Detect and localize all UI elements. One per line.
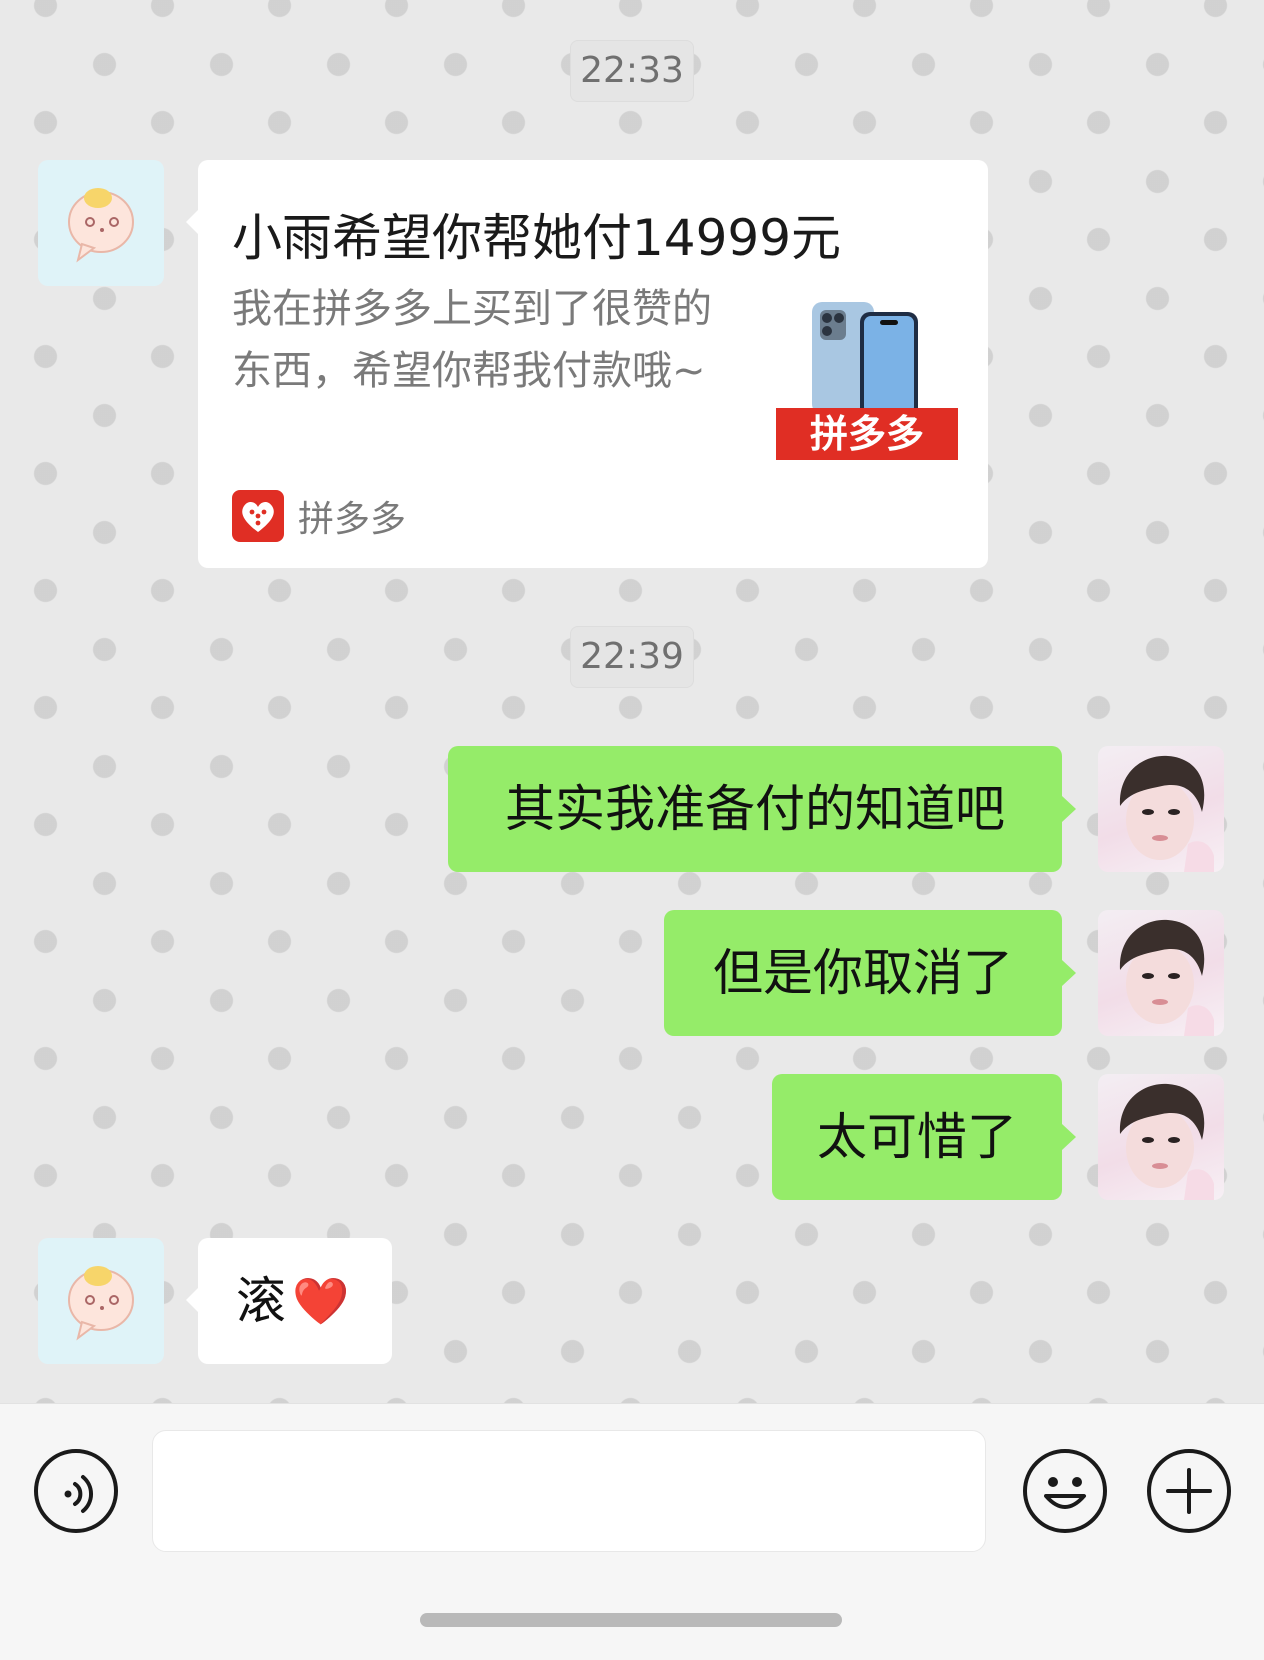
cute-face-avatar-icon	[68, 188, 134, 263]
user-avatar[interactable]	[1098, 910, 1224, 1036]
pinduoduo-heart-icon	[232, 490, 284, 542]
emoji-face-icon	[1023, 1449, 1107, 1533]
timestamp: 22:39	[570, 626, 694, 688]
voice-button[interactable]	[33, 1448, 119, 1534]
user-avatar[interactable]	[1098, 746, 1224, 872]
received-message[interactable]: 滚 ❤️	[186, 1238, 392, 1364]
pdd-badge: 拼多多	[776, 408, 958, 460]
sent-message[interactable]: 太可惜了	[772, 1074, 1076, 1200]
user-photo-icon	[1119, 919, 1214, 1036]
plus-icon	[1147, 1449, 1231, 1533]
user-photo-icon	[1119, 1083, 1214, 1200]
plus-button[interactable]	[1146, 1448, 1232, 1534]
input-bar	[0, 1403, 1264, 1660]
emoji-button[interactable]	[1022, 1448, 1108, 1534]
card-source-label: 拼多多	[298, 499, 407, 540]
cute-face-avatar-icon	[68, 1266, 134, 1341]
heart-emoji: ❤️	[292, 1274, 350, 1328]
card-source: 拼多多	[232, 490, 406, 542]
product-thumbnail: 拼多多	[776, 298, 958, 460]
card-title: 小雨希望你帮她付14999元	[232, 209, 842, 267]
home-indicator[interactable]	[420, 1613, 842, 1627]
message-input[interactable]	[152, 1430, 986, 1552]
card-description: 我在拼多多上买到了很赞的东西，希望你帮我付款哦~	[232, 286, 712, 394]
contact-avatar[interactable]	[38, 160, 164, 286]
timestamp: 22:33	[570, 40, 694, 102]
user-avatar[interactable]	[1098, 1074, 1224, 1200]
chat-area[interactable]: 22:33 小雨希望你帮她付14999元 我在拼多多上买到了很赞的东西，希望你帮…	[0, 0, 1264, 1403]
sent-message[interactable]: 其实我准备付的知道吧	[448, 746, 1076, 872]
payment-request-card[interactable]: 小雨希望你帮她付14999元 我在拼多多上买到了很赞的东西，希望你帮我付款哦~ …	[186, 160, 988, 568]
reply-text: 滚	[236, 1272, 286, 1330]
sent-message[interactable]: 但是你取消了	[664, 910, 1076, 1036]
user-photo-icon	[1119, 755, 1214, 872]
contact-avatar[interactable]	[38, 1238, 164, 1364]
voice-icon	[34, 1449, 118, 1533]
